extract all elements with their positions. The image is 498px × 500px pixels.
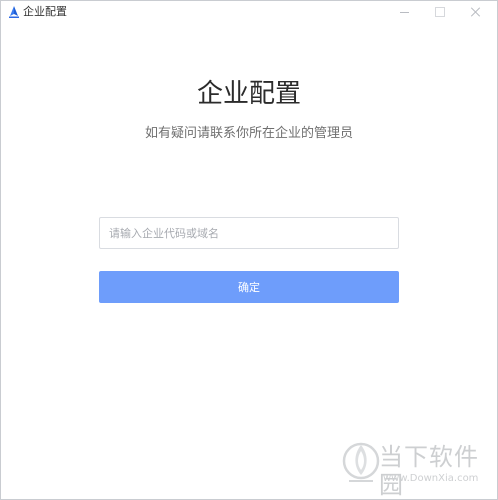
page-subtitle: 如有疑问请联系你所在企业的管理员 bbox=[144, 126, 353, 141]
minimize-icon bbox=[399, 11, 409, 13]
window-title: 企业配置 bbox=[23, 5, 67, 18]
minimize-button[interactable] bbox=[389, 1, 419, 23]
page-title: 企业配置 bbox=[196, 79, 301, 109]
watermark-name: 当下软件园 bbox=[379, 443, 479, 499]
app-window: 企业配置 企业配置 如有疑问请联系你所在企业的管理员 确定 当下软件园 www.… bbox=[0, 0, 498, 500]
app-logo-icon bbox=[9, 6, 19, 18]
confirm-button[interactable]: 确定 bbox=[99, 271, 399, 303]
watermark: 当下软件园 www.DownXia.com bbox=[341, 437, 491, 499]
watermark-url: www.DownXia.com bbox=[383, 473, 479, 484]
close-icon bbox=[471, 7, 481, 17]
title-bar[interactable]: 企业配置 bbox=[1, 1, 497, 23]
enterprise-code-input[interactable] bbox=[99, 217, 399, 249]
maximize-button[interactable] bbox=[425, 1, 455, 23]
maximize-icon bbox=[435, 7, 445, 17]
watermark-logo-icon bbox=[342, 442, 380, 482]
close-button[interactable] bbox=[461, 1, 491, 23]
